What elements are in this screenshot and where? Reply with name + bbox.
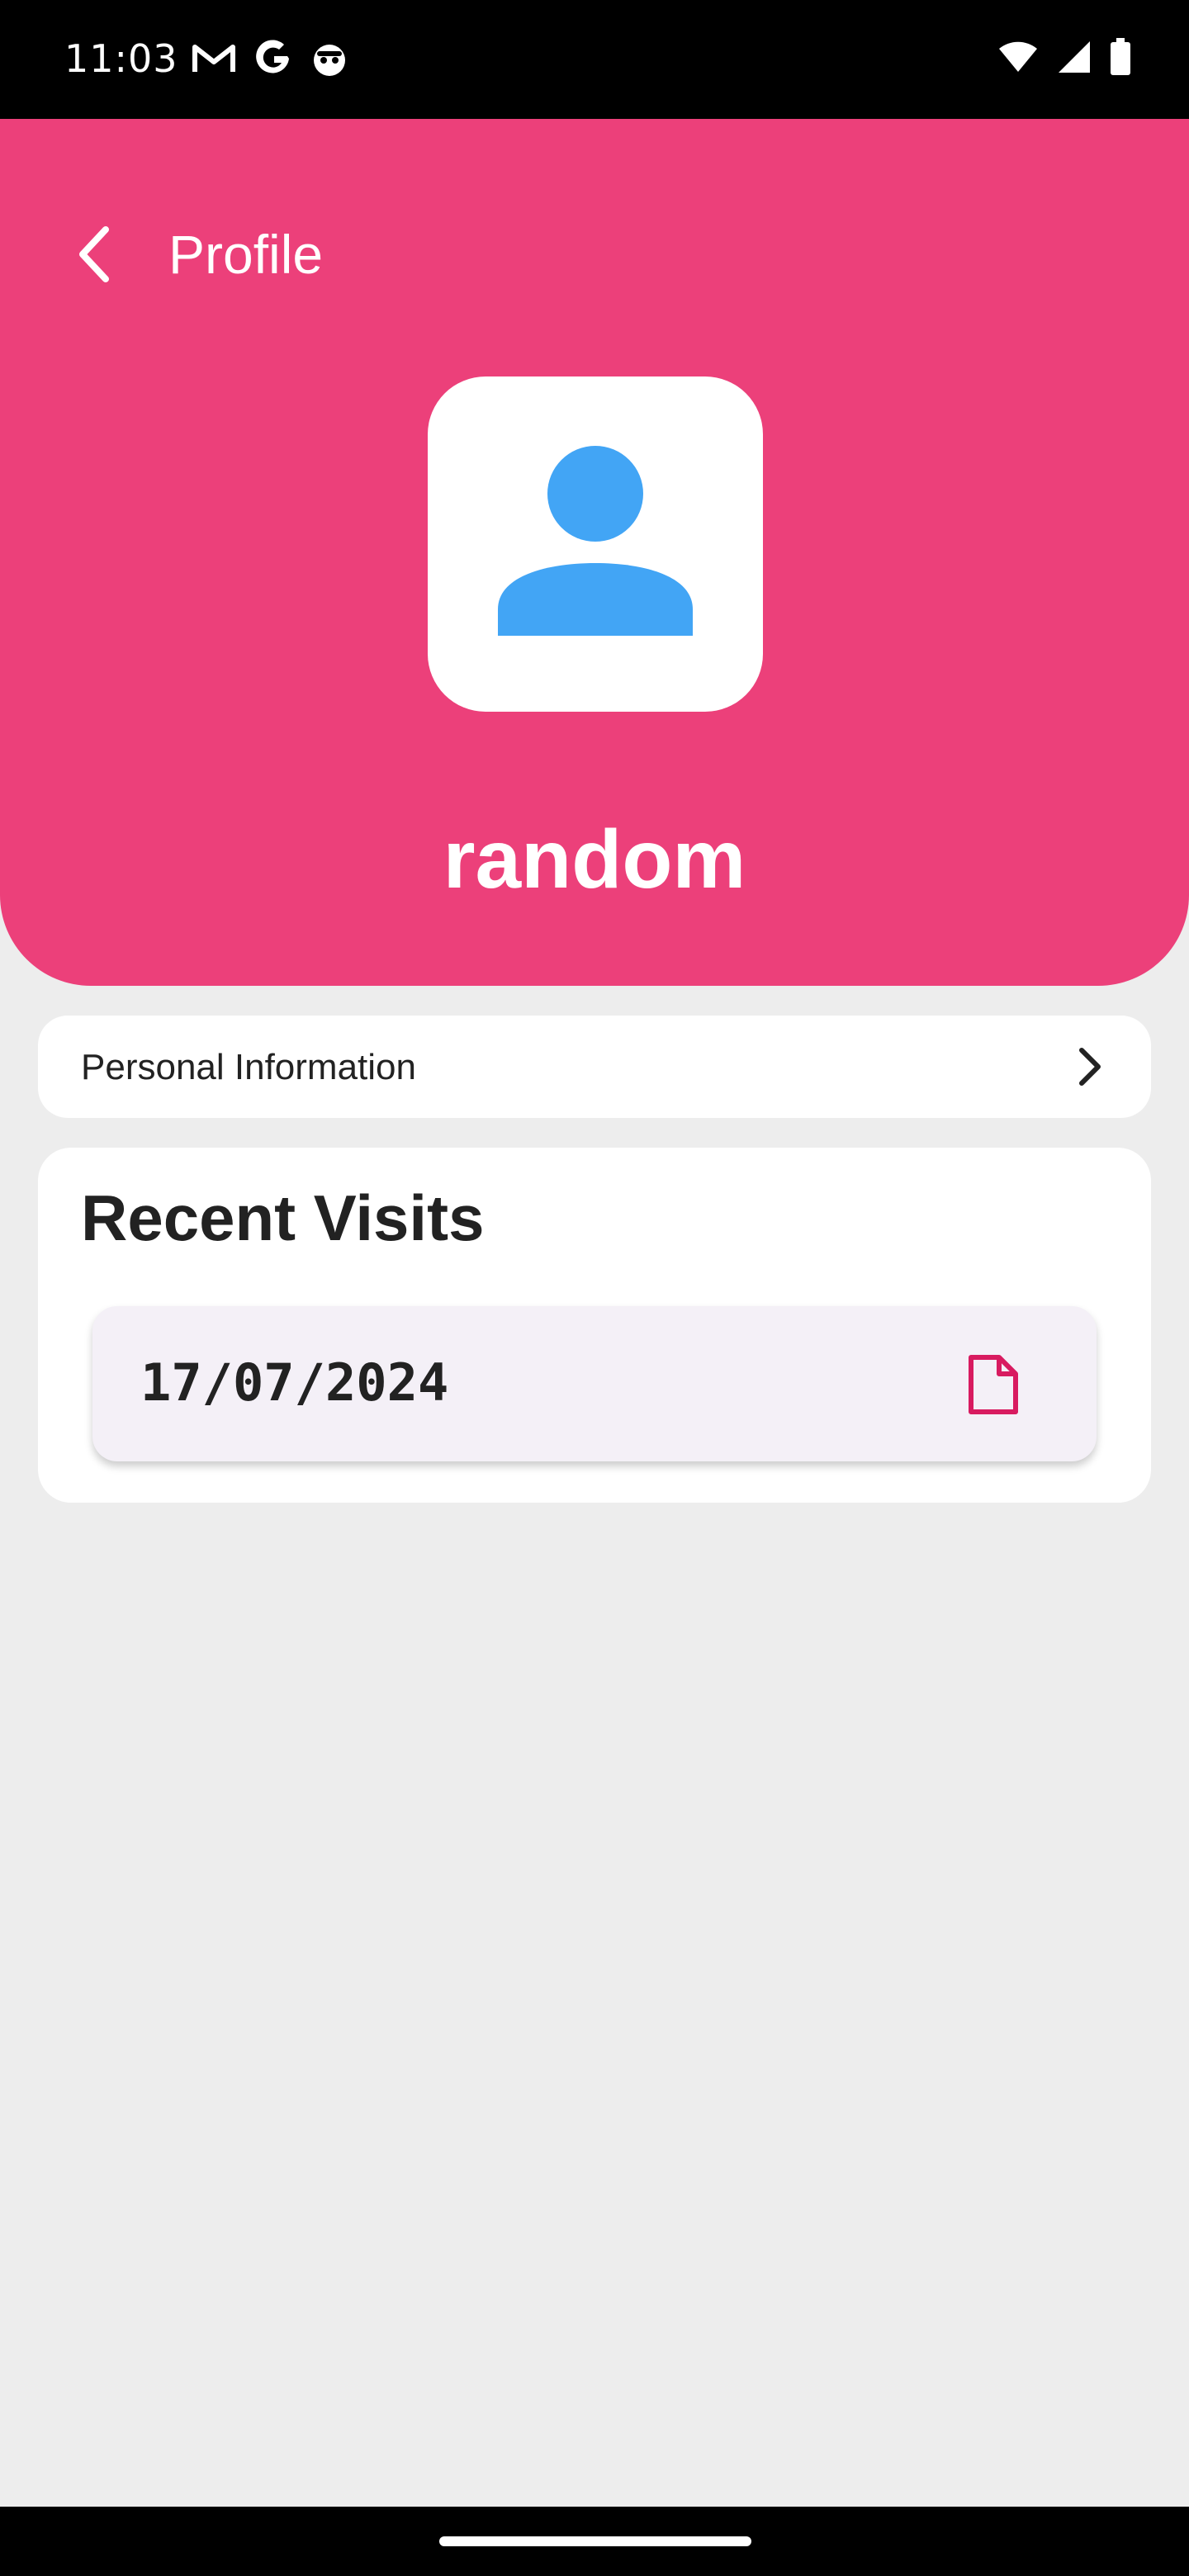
avatar [428,376,763,712]
navigation-bar [0,2507,1189,2576]
username: random [443,813,746,906]
chevron-left-icon [79,226,109,282]
system-icons [997,38,1131,80]
chevron-right-icon [1079,1048,1101,1086]
person-icon [498,446,693,636]
visit-date: 17/07/2024 [140,1352,449,1413]
status-time: 11:03 [64,36,178,81]
profile-header: Profile random [0,119,1189,986]
recent-visits-card: Recent Visits 17/07/2024 [38,1148,1151,1503]
recent-visits-title: Recent Visits [81,1181,485,1254]
page-title: Profile [168,224,324,285]
google-icon [254,40,292,82]
document-icon[interactable] [966,1352,1021,1417]
personal-information-label: Personal Information [81,1047,416,1087]
back-button[interactable] [66,225,126,284]
battery-icon [1110,38,1131,80]
notification-icons [192,40,348,82]
home-gesture-handle[interactable] [439,2536,751,2546]
robot-icon [310,40,348,82]
personal-information-button[interactable]: Personal Information [38,1016,1151,1118]
signal-icon [1057,40,1092,78]
gmail-icon [192,42,236,79]
wifi-icon [997,40,1039,78]
visit-item[interactable]: 17/07/2024 [92,1306,1097,1461]
status-bar: 11:03 [0,0,1189,119]
